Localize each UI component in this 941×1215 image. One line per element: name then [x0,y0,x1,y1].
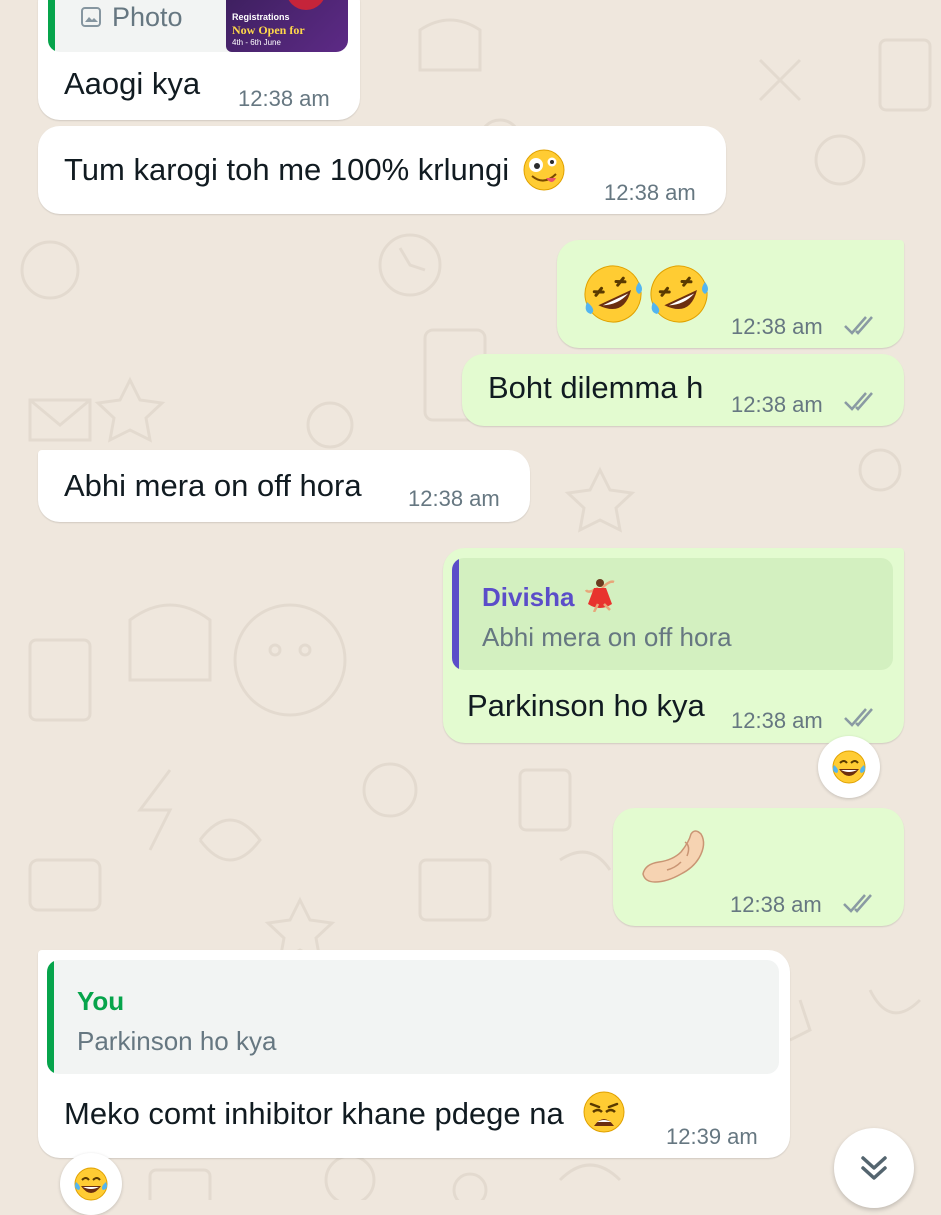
rolling-on-floor-laughing-emoji-icon [647,262,711,331]
quote-accent-bar [452,558,459,670]
photo-icon [80,6,102,33]
quoted-photo-preview[interactable]: Photo Registrations Now Open for 4th - 6… [48,0,348,52]
quote-accent-bar [48,0,55,52]
message-time: 12:38 am [731,392,823,417]
quote-accent-bar [47,960,54,1074]
message-text: Abhi mera on off hora [64,468,362,503]
thumbnail-red-shape [286,0,326,10]
message-time: 12:38 am [731,708,823,733]
zany-face-emoji-icon [522,148,566,197]
read-ticks-icon [844,708,873,727]
message-text: Aaogi kya [64,66,201,101]
dancer-emoji-icon [584,578,616,617]
photo-thumbnail[interactable]: Registrations Now Open for 4th - 6th Jun… [226,0,348,52]
message-time: 12:39 am [666,1124,758,1149]
message-time: 12:38 am [604,180,696,205]
message-bubble-outgoing[interactable]: 12:38 am [557,240,904,348]
message-bubble-incoming[interactable]: Abhi mera on off hora 12:38 am [38,450,530,522]
weary-face-emoji-icon [582,1090,626,1139]
double-chevron-down-icon [861,1156,887,1180]
scroll-to-bottom-button[interactable] [834,1128,914,1208]
pinched-fingers-emoji-icon [637,830,709,901]
reply-quote[interactable]: Divisha Abhi mera on off hora [452,558,893,670]
message-text: Parkinson ho kya [467,688,705,723]
read-ticks-icon [844,392,873,411]
quoted-photo-label: Photo [112,2,183,32]
message-bubble-incoming[interactable]: Photo Registrations Now Open for 4th - 6… [38,0,360,120]
message-time: 12:38 am [731,314,823,339]
message-time: 12:38 am [408,486,500,511]
message-bubble-incoming[interactable]: You Parkinson ho kya Meko comt inhibitor… [38,950,790,1158]
message-time: 12:38 am [730,892,822,917]
reply-quote[interactable]: You Parkinson ho kya [47,960,779,1074]
message-text: Boht dilemma h [488,370,704,405]
message-bubble-outgoing[interactable]: Divisha Abhi mera on off hora Parkinson … [443,548,904,743]
message-bubble-outgoing[interactable]: Boht dilemma h 12:38 am [462,354,904,426]
reply-text: Parkinson ho kya [77,1026,277,1056]
message-time: 12:38 am [238,86,330,111]
reaction-bubble[interactable] [818,736,880,798]
message-text: Meko comt inhibitor khane pdege na [64,1096,564,1131]
read-ticks-icon [843,894,872,913]
face-with-tears-of-joy-emoji-icon [74,1167,108,1201]
rolling-on-floor-laughing-emoji-icon [581,262,645,331]
read-ticks-icon [844,316,873,335]
poster-text-line-3: 4th - 6th June [232,38,281,47]
reply-sender-name: Divisha [482,582,575,612]
message-bubble-outgoing[interactable]: 12:38 am [613,808,904,926]
message-text: Tum karogi toh me 100% krlungi [64,152,510,187]
reply-sender-name: You [77,986,125,1016]
reaction-bubble[interactable] [60,1153,122,1215]
poster-text-line-2: Now Open for [232,23,305,37]
message-bubble-incoming[interactable]: Tum karogi toh me 100% krlungi 12:38 am [38,126,726,214]
face-with-tears-of-joy-emoji-icon [832,750,866,784]
poster-text-line-1: Registrations [232,12,290,22]
reply-text: Abhi mera on off hora [482,622,732,652]
